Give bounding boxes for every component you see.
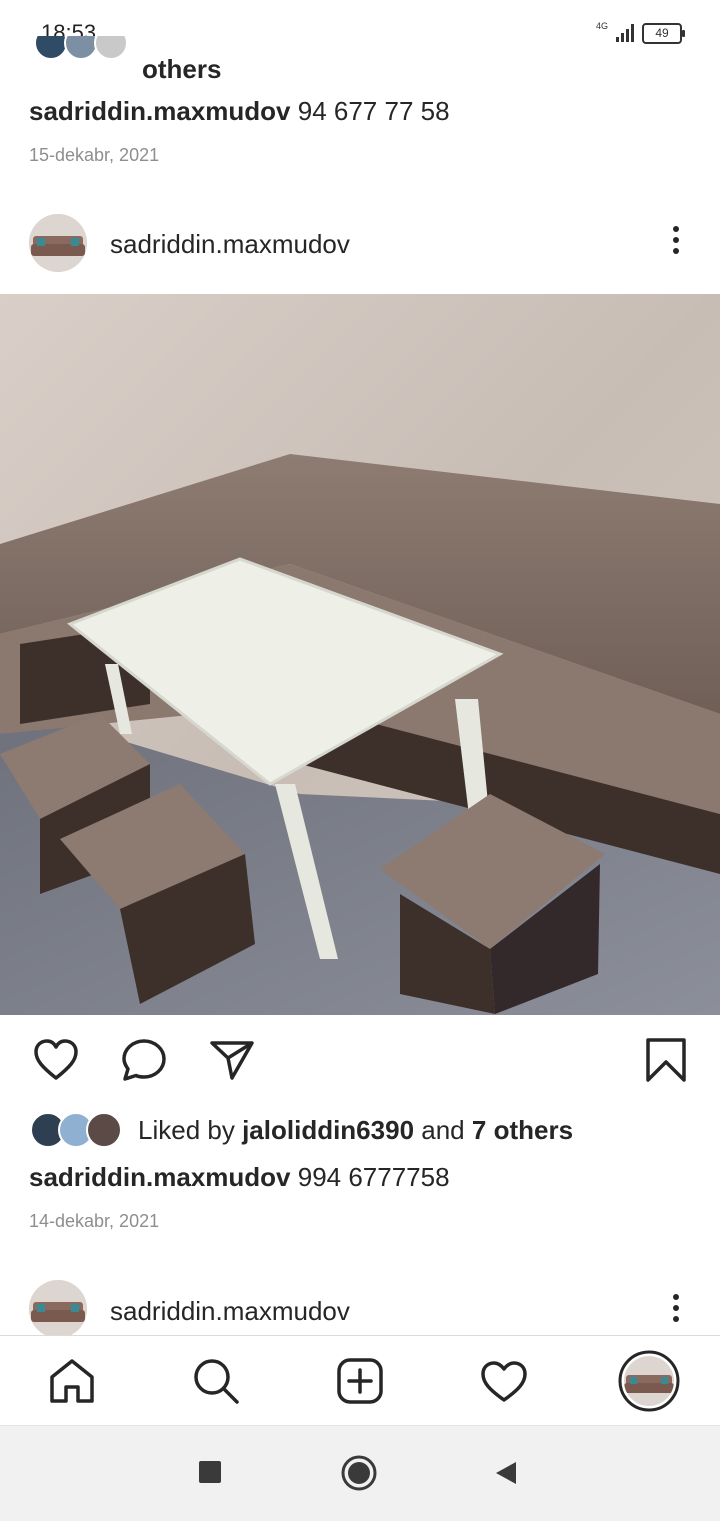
status-icons: 4G 49 xyxy=(595,20,685,46)
new-post-icon[interactable] xyxy=(332,1353,388,1409)
liked-others[interactable]: 7 others xyxy=(472,1115,573,1145)
post-more-icon[interactable] xyxy=(666,226,686,262)
search-icon[interactable] xyxy=(188,1353,244,1409)
back-icon[interactable] xyxy=(494,1460,518,1486)
liked-user[interactable]: jaloliddin6390 xyxy=(242,1115,414,1145)
like-heart-icon[interactable] xyxy=(32,1036,80,1084)
liked-by-row[interactable]: Liked by jaloliddin6390 and 7 others xyxy=(30,1110,573,1150)
next-post-avatar[interactable] xyxy=(29,1280,87,1338)
post-date: 14-dekabr, 2021 xyxy=(29,1211,160,1231)
liked-by-text: Liked by jaloliddin6390 and 7 others xyxy=(138,1115,573,1146)
comment-icon[interactable] xyxy=(120,1036,168,1084)
prev-caption: sadriddin.maxmudov 94 677 77 58 xyxy=(29,96,450,127)
post-photo[interactable] xyxy=(0,294,720,1015)
activity-icon[interactable] xyxy=(476,1353,532,1409)
save-bookmark-icon[interactable] xyxy=(642,1036,690,1084)
network-type: 4G xyxy=(595,21,608,31)
prev-caption-text: 94 677 77 58 xyxy=(297,96,450,126)
prev-post-date: 15-dekabr, 2021 xyxy=(29,145,160,165)
recents-icon[interactable] xyxy=(199,1461,221,1483)
next-post-username[interactable]: sadriddin.maxmudov xyxy=(110,1296,350,1327)
bottom-tab-bar xyxy=(0,1335,720,1426)
prev-caption-user[interactable]: sadriddin.maxmudov xyxy=(29,96,291,126)
share-send-icon[interactable] xyxy=(208,1036,256,1084)
home-icon[interactable] xyxy=(44,1353,100,1409)
home-circle-icon[interactable] xyxy=(340,1454,378,1492)
post-caption: sadriddin.maxmudov 994 6777758 xyxy=(29,1162,450,1193)
battery-level: 49 xyxy=(655,25,669,40)
caption-user[interactable]: sadriddin.maxmudov xyxy=(29,1162,291,1192)
prev-liker-avatars xyxy=(34,36,129,60)
system-nav-bar xyxy=(0,1425,720,1521)
sofa-avatar-icon xyxy=(29,214,87,272)
liked-prefix: Liked by xyxy=(138,1114,235,1145)
caption-text: 994 6777758 xyxy=(297,1162,450,1192)
signal-icon xyxy=(616,24,634,42)
post-username[interactable]: sadriddin.maxmudov xyxy=(110,229,350,260)
profile-avatar[interactable] xyxy=(618,1350,680,1412)
liker-avatar xyxy=(86,1112,122,1148)
sofa-avatar-icon xyxy=(29,1280,87,1338)
battery-icon: 49 xyxy=(642,22,685,44)
next-post-more-icon[interactable] xyxy=(666,1294,686,1330)
prev-likes-tail[interactable]: others xyxy=(142,54,221,85)
liked-and: and xyxy=(421,1114,465,1145)
post-avatar[interactable] xyxy=(29,214,87,272)
